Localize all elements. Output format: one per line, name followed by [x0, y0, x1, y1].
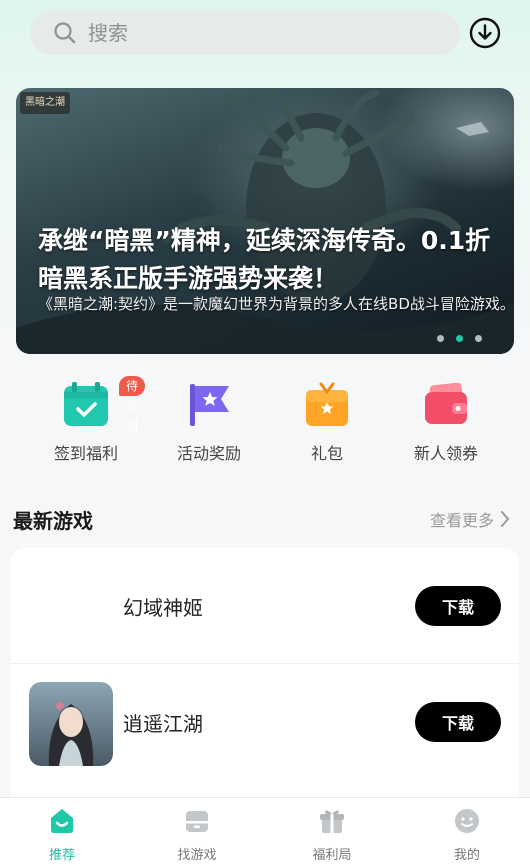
download-button[interactable]: 下载: [415, 586, 501, 626]
banner-dot-active[interactable]: [456, 335, 463, 342]
wallet-coupon-icon: [425, 382, 467, 424]
chevron-right-icon: [501, 511, 509, 527]
nav-label: 我的: [453, 848, 480, 863]
banner-title: 承继“暗黑”精神，延续深海传奇。0.1折暗黑系正版手游强势来袭！: [38, 226, 491, 293]
quick-action-label: 新人领券: [413, 444, 478, 463]
game-list-item[interactable]: 逍遥江湖 下载: [11, 664, 519, 780]
section-title: 最新游戏: [13, 509, 93, 533]
promo-banner[interactable]: 黑暗之潮 承继“暗黑”精神，延续深海传奇。0.1折暗黑系正版手游强势来袭！ 《黑…: [16, 88, 514, 354]
quick-actions: 待签到 签到福利 活动奖励 礼包 新人领券: [0, 376, 530, 466]
download-button[interactable]: 下载: [415, 702, 501, 742]
banner-dot[interactable]: [475, 335, 482, 342]
nav-label: 找游戏: [177, 848, 217, 863]
search-input[interactable]: [88, 21, 408, 45]
see-more-link[interactable]: 查看更多: [430, 507, 510, 531]
nav-tab-find-games[interactable]: 找游戏: [157, 806, 237, 863]
game-list-item[interactable]: 幻域神姬 下载: [11, 548, 519, 664]
download-icon[interactable]: [469, 17, 501, 49]
quick-action-label: 签到福利: [53, 444, 118, 463]
nav-tab-profile[interactable]: 我的: [427, 806, 507, 863]
profile-face-icon: [455, 809, 479, 833]
flag-star-icon: [190, 384, 229, 426]
banner-pagination[interactable]: [437, 335, 482, 342]
bottom-nav: 推荐 找游戏 福利局 我的: [0, 797, 530, 865]
game-name: 幻域神姬: [123, 596, 203, 620]
quick-action-checkin[interactable]: 待签到 签到福利: [31, 376, 146, 464]
nav-label: 推荐: [48, 848, 75, 863]
gift-box-icon: [306, 382, 348, 426]
calendar-check-icon: [64, 382, 108, 426]
gift-icon: [320, 810, 344, 833]
nav-tab-recommend[interactable]: 推荐: [22, 806, 102, 863]
search-icon: [54, 22, 76, 44]
game-list: 幻域神姬 下载 逍遥江湖 下载: [11, 548, 519, 808]
game-name: 逍遥江湖: [123, 712, 203, 736]
checkin-badge: 待签到: [119, 376, 146, 433]
banner-description: 《黑暗之潮:契约》是一款魔幻世界为背景的多人在线BD战斗冒险游戏。: [38, 295, 514, 313]
nav-label: 福利局: [312, 848, 352, 863]
banner-game-logo: 黑暗之潮: [20, 92, 70, 114]
game-box-icon: [186, 811, 208, 832]
banner-dot[interactable]: [437, 335, 444, 342]
home-face-icon: [51, 809, 73, 833]
quick-action-rewards[interactable]: 活动奖励: [154, 376, 264, 464]
see-more-label: 查看更多: [429, 511, 494, 530]
game-thumbnail: [29, 682, 113, 766]
quick-action-coupon[interactable]: 新人领券: [391, 376, 501, 464]
quick-action-label: 活动奖励: [176, 444, 241, 463]
nav-tab-welfare[interactable]: 福利局: [292, 806, 372, 863]
quick-action-gift[interactable]: 礼包: [272, 376, 382, 464]
quick-action-label: 礼包: [310, 444, 343, 463]
search-bar[interactable]: [30, 11, 460, 55]
